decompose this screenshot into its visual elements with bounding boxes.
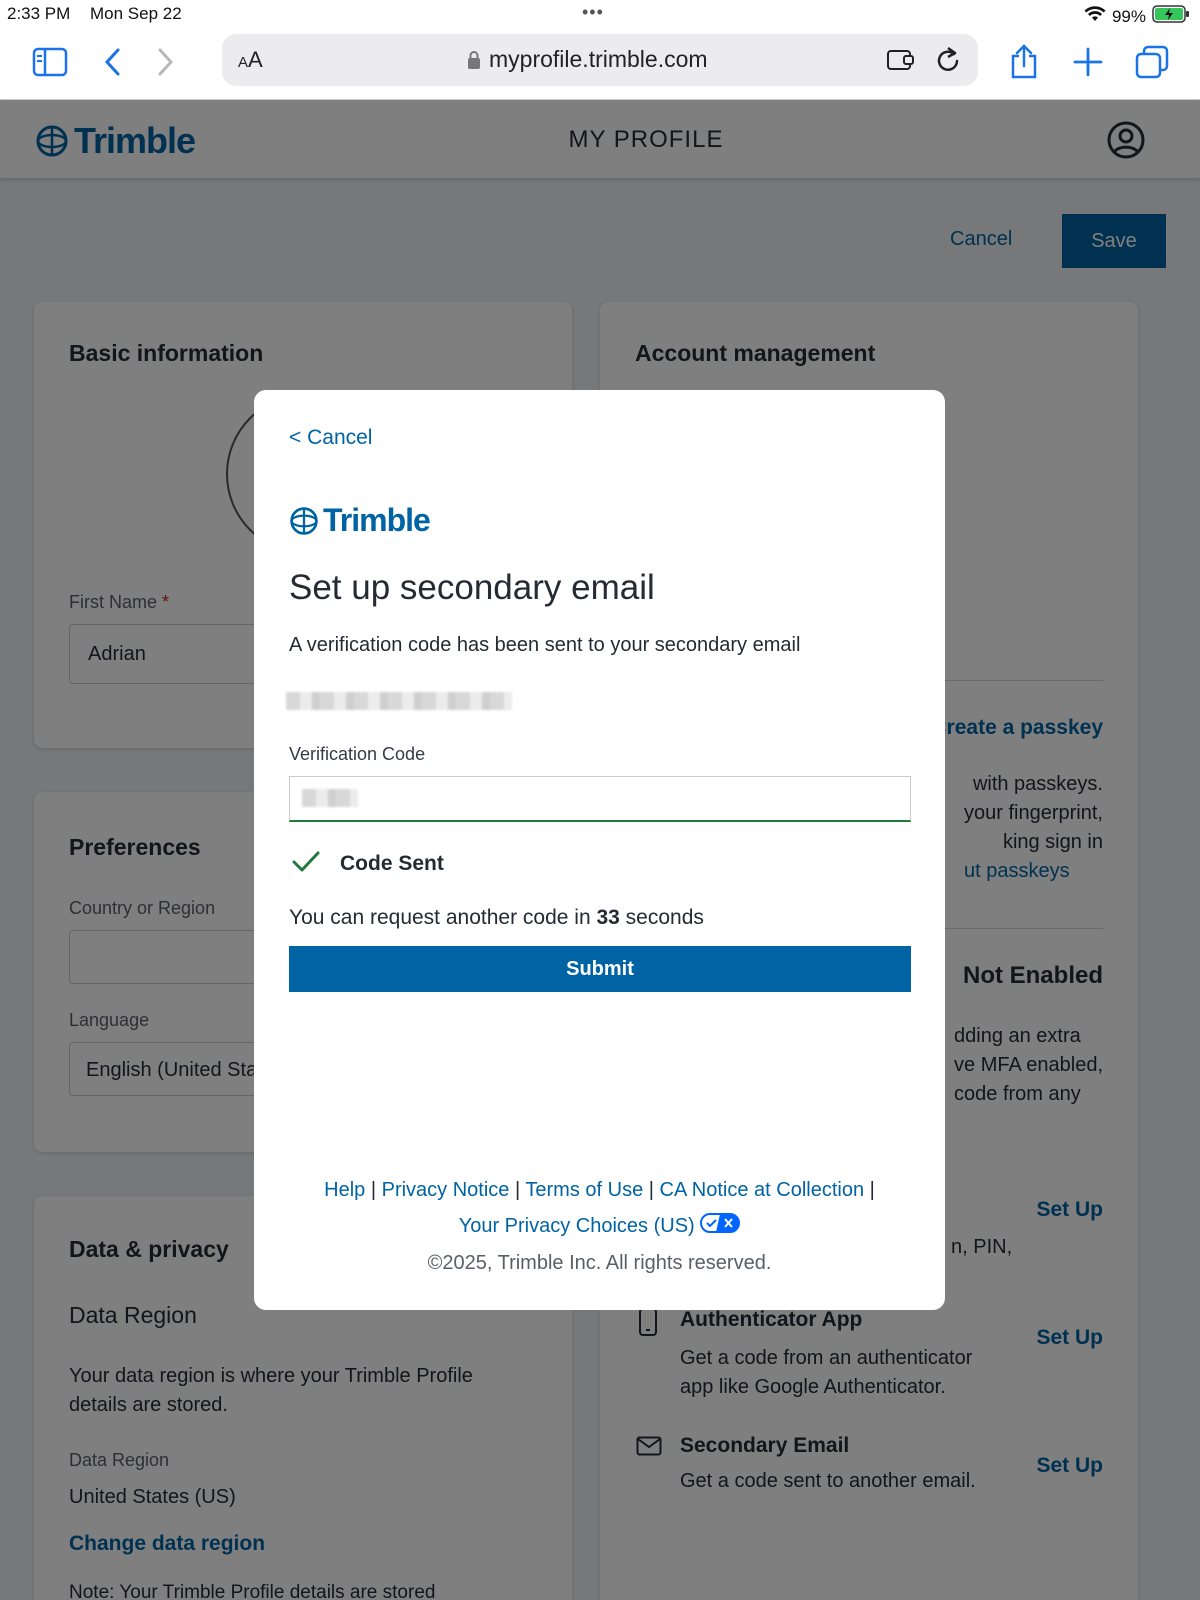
privacy-notice-link[interactable]: Privacy Notice (382, 1179, 510, 1201)
code-sent-status: Code Sent (340, 852, 444, 875)
help-link[interactable]: Help (324, 1179, 365, 1201)
back-icon[interactable] (92, 42, 132, 82)
verification-code-label: Verification Code (289, 744, 426, 764)
modal-footer-links: Help | Privacy Notice | Terms of Use | C… (254, 1172, 945, 1281)
submit-button[interactable]: Submit (289, 946, 911, 992)
verification-code-input[interactable] (289, 776, 911, 822)
lock-icon (468, 50, 480, 69)
battery-charging-icon (1152, 4, 1190, 29)
modal-cancel-link[interactable]: < Cancel (289, 426, 372, 450)
masked-code (302, 789, 358, 807)
status-right: 99% (1084, 4, 1190, 29)
status-time: 2:33 PM (7, 4, 71, 23)
share-icon[interactable] (1004, 42, 1044, 82)
ca-notice-link[interactable]: CA Notice at Collection (660, 1179, 865, 1201)
resend-timer: You can request another code in 33 secon… (289, 906, 704, 929)
status-bar: 2:33 PM Mon Sep 22 ••• 99% (0, 0, 1200, 30)
url-display[interactable]: myprofile.trimble.com (467, 46, 708, 73)
text-size-button[interactable]: AA (238, 47, 263, 73)
modal-logo-wordmark: Trimble (323, 502, 431, 538)
sidebar-icon[interactable] (30, 42, 70, 82)
battery-percent: 99% (1111, 6, 1146, 26)
terms-of-use-link[interactable]: Terms of Use (525, 1179, 643, 1201)
tabs-overview-icon[interactable] (1132, 42, 1172, 82)
modal-title: Set up secondary email (289, 568, 655, 607)
url-text: myprofile.trimble.com (489, 46, 708, 72)
browser-toolbar: AA myprofile.trimble.com (0, 30, 1200, 100)
address-bar[interactable]: AA myprofile.trimble.com (222, 34, 978, 86)
resend-seconds: 33 (596, 906, 620, 929)
privacy-choices-link[interactable]: Your Privacy Choices (US) (459, 1215, 695, 1237)
multitasking-dots[interactable]: ••• (582, 2, 604, 23)
masked-email (286, 692, 512, 710)
wifi-icon (1084, 6, 1106, 27)
secondary-email-dialog: < Cancel Trimble Set up secondary email … (254, 390, 945, 1310)
forward-icon[interactable] (146, 42, 186, 82)
modal-trimble-logo: Trimble (288, 502, 431, 539)
new-tab-icon[interactable] (1068, 42, 1108, 82)
status-date: Mon Sep 22 (90, 4, 182, 23)
extensions-icon[interactable] (886, 47, 916, 78)
reload-icon[interactable] (934, 45, 962, 80)
modal-subtitle: A verification code has been sent to you… (289, 634, 801, 656)
copyright: ©2025, Trimble Inc. All rights reserved. (427, 1251, 772, 1274)
checkmark-icon (292, 850, 320, 879)
privacy-choices-toggle-icon (700, 1209, 741, 1245)
